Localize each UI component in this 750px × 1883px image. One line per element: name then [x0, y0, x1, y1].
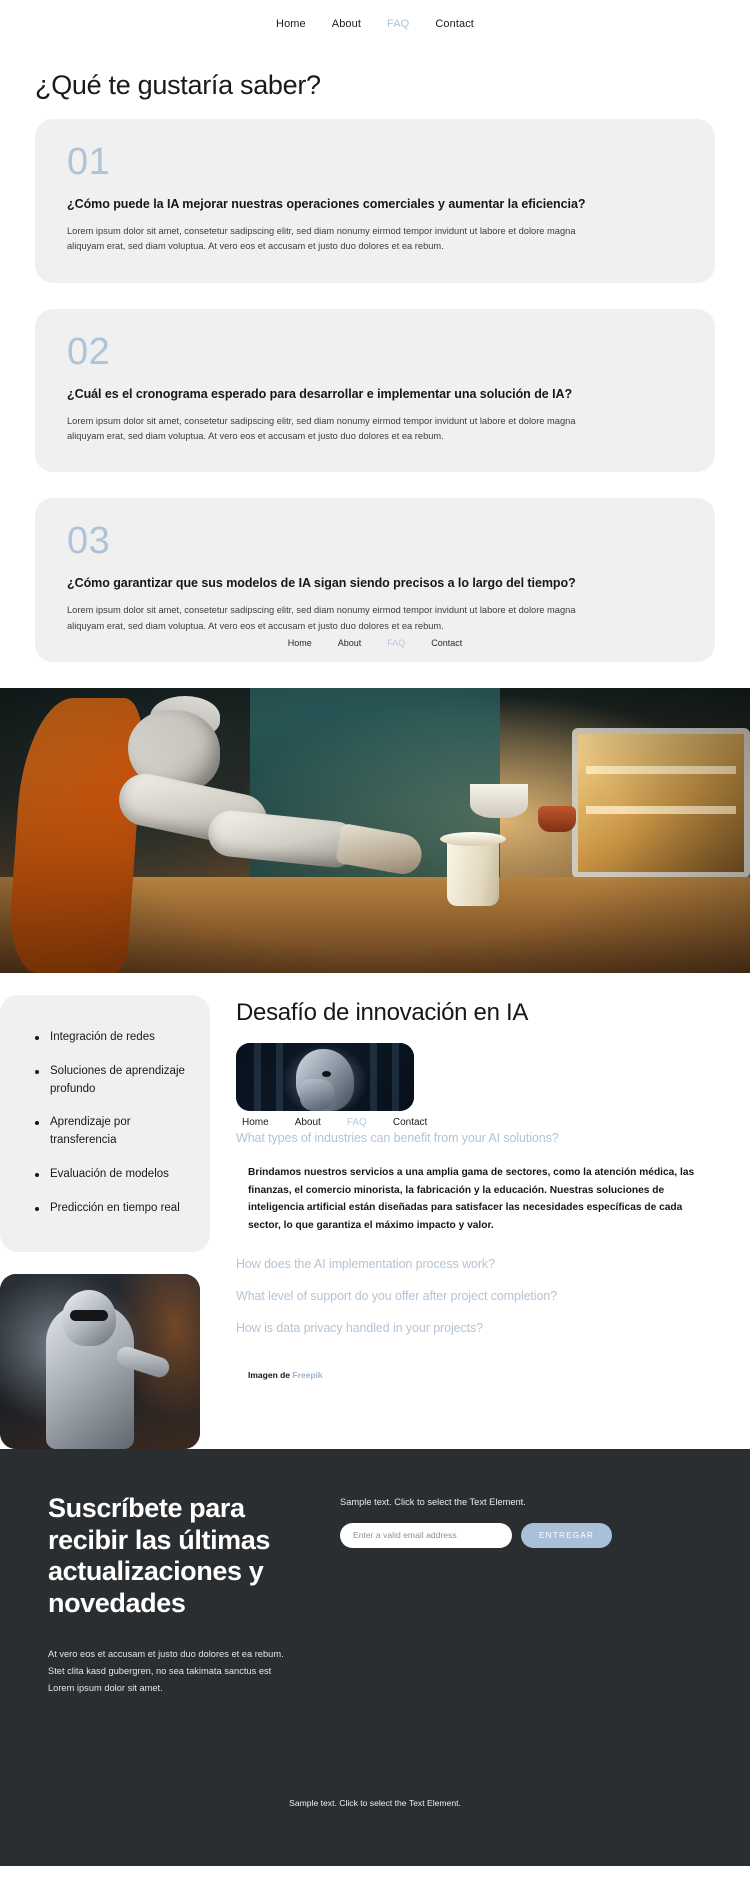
- newsletter-subtitle: At vero eos et accusam et justo duo dolo…: [48, 1649, 284, 1694]
- list-item: Aprendizaje por transferencia: [34, 1114, 192, 1150]
- email-field[interactable]: [340, 1522, 512, 1548]
- image-credit: Imagen de Freepik: [236, 1344, 718, 1380]
- ai-face-streak: [370, 1042, 377, 1111]
- faq-card-question: ¿Cuál es el cronograma esperado para des…: [67, 386, 573, 401]
- overlay-navigation: Home About FAQ Contact: [288, 638, 463, 648]
- faq-card[interactable]: 03 ¿Cómo garantizar que sus modelos de I…: [35, 498, 715, 662]
- hero-robot-kitchen-image: [0, 687, 750, 973]
- faq-card-answer: Lorem ipsum dolor sit amet, consetetur s…: [67, 605, 576, 631]
- features-column: Integración de redes Soluciones de apren…: [0, 973, 210, 1449]
- ai-face-eye: [322, 1070, 331, 1077]
- list-item: Integración de redes: [34, 1029, 192, 1047]
- faq-card-question: ¿Cómo puede la IA mejorar nuestras opera…: [67, 197, 586, 211]
- overlay-nav-item-contact[interactable]: Contact: [431, 638, 462, 648]
- accordion-question[interactable]: How is data privacy handled in your proj…: [236, 1312, 718, 1344]
- ai-face-streak: [276, 1042, 283, 1111]
- accordion-question[interactable]: How does the AI implementation process w…: [236, 1248, 718, 1280]
- freepik-link[interactable]: Freepik: [292, 1370, 322, 1380]
- faq-card-list: 01 ¿Cómo puede la IA mejorar nuestras op…: [0, 101, 750, 662]
- newsletter-form: ENTREGAR: [340, 1522, 702, 1548]
- robot-visor: [70, 1309, 108, 1321]
- robot-street-image: [0, 1273, 200, 1449]
- faq-card-answer: Lorem ipsum dolor sit amet, consetetur s…: [67, 226, 576, 252]
- ai-face-jaw: [300, 1078, 334, 1111]
- faq-card[interactable]: 02 ¿Cuál es el cronograma esperado para …: [35, 308, 715, 473]
- page-title: ¿Qué te gustaría saber?: [35, 70, 321, 100]
- faq-card-number: 01: [67, 141, 111, 183]
- section-title: Desafío de innovación en IA: [236, 998, 529, 1026]
- inline-nav-item-faq[interactable]: FAQ: [347, 1117, 367, 1128]
- accordion-answer: Brindamos nuestros servicios a una ampli…: [248, 1166, 695, 1231]
- challenge-section: Integración de redes Soluciones de apren…: [0, 973, 750, 1449]
- newsletter-text-column: Suscríbete para recibir las últimas actu…: [48, 1493, 310, 1698]
- inline-nav-item-about[interactable]: About: [295, 1117, 321, 1128]
- inline-nav-item-contact[interactable]: Contact: [393, 1117, 427, 1128]
- top-navigation: Home About FAQ Contact: [0, 0, 750, 48]
- features-list: Integración de redes Soluciones de apren…: [34, 1029, 192, 1218]
- ai-face-image: [236, 1042, 414, 1111]
- nav-item-faq[interactable]: FAQ: [387, 18, 409, 30]
- submit-button[interactable]: ENTREGAR: [521, 1522, 613, 1548]
- newsletter-sample-text: Sample text. Click to select the Text El…: [340, 1496, 526, 1507]
- newsletter-form-column: Sample text. Click to select the Text El…: [340, 1493, 702, 1698]
- nav-item-contact[interactable]: Contact: [435, 18, 474, 30]
- inline-nav-item-home[interactable]: Home: [242, 1117, 269, 1128]
- ai-face-streak: [254, 1042, 261, 1111]
- accordion-question[interactable]: What level of support do you offer after…: [236, 1280, 718, 1312]
- faq-card-number: 02: [67, 330, 111, 373]
- nav-item-home[interactable]: Home: [276, 18, 306, 30]
- image-credit-prefix: Imagen de: [248, 1370, 293, 1381]
- newsletter-section: Suscríbete para recibir las últimas actu…: [0, 1448, 750, 1732]
- features-card: Integración de redes Soluciones de apren…: [0, 994, 210, 1252]
- faq-card-question: ¿Cómo garantizar que sus modelos de IA s…: [67, 576, 576, 591]
- faq-accordion: What types of industries can benefit fro…: [236, 1122, 718, 1344]
- overlay-nav-item-about[interactable]: About: [338, 638, 362, 648]
- faq-card-answer: Lorem ipsum dolor sit amet, consetetur s…: [67, 415, 576, 441]
- ai-face-streak: [392, 1042, 399, 1111]
- overlay-nav-item-faq[interactable]: FAQ: [387, 638, 405, 648]
- hero-vignette: [0, 687, 750, 973]
- faq-card[interactable]: 01 ¿Cómo puede la IA mejorar nuestras op…: [35, 119, 715, 283]
- challenge-content: Desafío de innovación en IA Home About F…: [210, 973, 750, 1449]
- footer-note: Sample text. Click to select the Text El…: [0, 1731, 750, 1866]
- list-item: Evaluación de modelos: [34, 1166, 192, 1184]
- overlay-nav-item-home[interactable]: Home: [288, 638, 312, 648]
- list-item: Predicción en tiempo real: [34, 1200, 192, 1218]
- list-item: Soluciones de aprendizaje profundo: [34, 1063, 192, 1099]
- faq-card-number: 03: [67, 520, 111, 563]
- nav-item-about[interactable]: About: [332, 18, 361, 30]
- newsletter-title: Suscríbete para recibir las últimas actu…: [48, 1492, 271, 1619]
